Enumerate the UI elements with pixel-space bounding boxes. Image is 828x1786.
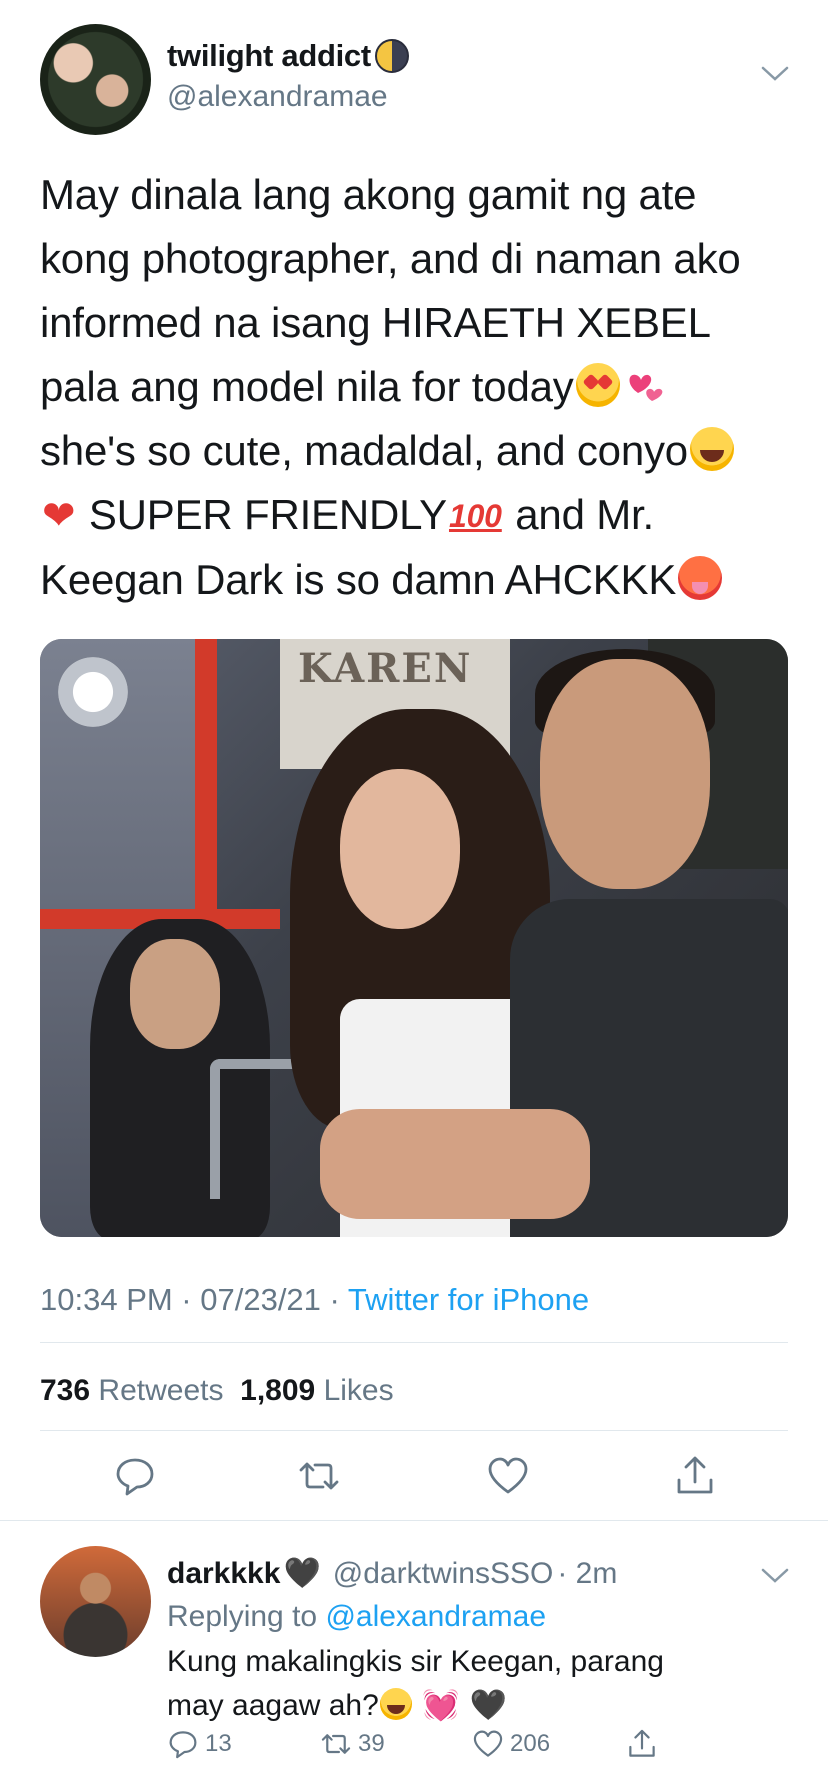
- replying-to-mention[interactable]: @alexandramae: [325, 1600, 546, 1633]
- reply-icon: [116, 1458, 154, 1496]
- chevron-down-icon[interactable]: [760, 1566, 790, 1586]
- two-hearts-emoji-icon: [624, 361, 668, 405]
- heart-eyes-emoji-icon: [575, 363, 620, 407]
- like-button[interactable]: [486, 1454, 530, 1498]
- likes-label[interactable]: Likes: [324, 1374, 394, 1407]
- reply-tweet[interactable]: darkkkk 🖤 @darktwinsSSO · 2m Replying to…: [0, 1522, 828, 1786]
- reply-share-button[interactable]: [626, 1728, 664, 1760]
- retweet-icon: [299, 1462, 339, 1490]
- hot-face-emoji-icon: [678, 556, 723, 600]
- tweet-line: Keegan Dark is so damn AHCKKK: [40, 548, 800, 612]
- avatar[interactable]: [40, 1546, 151, 1657]
- tweet-stats: 736 Retweets 1,809 Likes: [40, 1374, 394, 1408]
- replying-to: Replying to @alexandramae: [167, 1600, 547, 1633]
- heart-icon: [488, 1457, 528, 1494]
- share-icon: [629, 1729, 655, 1757]
- tweet-line: ❤ SUPER FRIENDLY100 and Mr.: [40, 483, 800, 548]
- tweet-text: May dinala lang akong gamit ng ate kong …: [40, 163, 800, 612]
- reply-reply-button[interactable]: 13: [167, 1728, 232, 1760]
- black-heart-emoji-icon: 🖤: [469, 1689, 508, 1722]
- source-link[interactable]: Twitter for iPhone: [348, 1282, 589, 1317]
- reply-icon: [169, 1731, 197, 1759]
- lamp-shape: [58, 657, 128, 727]
- chevron-down-icon[interactable]: [760, 64, 790, 84]
- hundred-points-emoji-icon: 100: [448, 498, 502, 534]
- retweets-count[interactable]: 736: [40, 1374, 90, 1407]
- tweet-actions: [0, 1454, 828, 1504]
- author-name-row[interactable]: twilight addict: [167, 38, 409, 74]
- divider: [40, 1430, 788, 1431]
- tweet-line: May dinala lang akong gamit ng ate: [40, 171, 697, 218]
- grinning-squint-emoji-icon: [689, 427, 734, 471]
- reply-actions: 13 39 206: [0, 1728, 828, 1768]
- retweet-button[interactable]: [297, 1454, 341, 1498]
- reply-handle[interactable]: @darktwinsSSO: [333, 1557, 554, 1591]
- reply-author-row: darkkkk 🖤 @darktwinsSSO · 2m: [167, 1556, 617, 1591]
- timestamp: 10:34 PM · 07/23/21 ·: [40, 1282, 348, 1317]
- black-heart-emoji-icon: 🖤: [283, 1557, 321, 1590]
- reply-display-name[interactable]: darkkkk: [167, 1557, 280, 1591]
- tweet-line: kong photographer, and di naman ako: [40, 235, 741, 282]
- retweet-count: 39: [358, 1730, 385, 1757]
- reply-text: Kung makalingkis sir Keegan, parang may …: [167, 1640, 787, 1728]
- tweet-line: pala ang model nila for today: [40, 355, 800, 419]
- moon-emoji-icon: [374, 39, 409, 73]
- retweets-label[interactable]: Retweets: [98, 1374, 223, 1407]
- reply-count: 13: [205, 1730, 232, 1757]
- tweet-meta: 10:34 PM · 07/23/21 · Twitter for iPhone: [40, 1282, 589, 1318]
- retweet-icon: [321, 1734, 351, 1754]
- reply-like-button[interactable]: 206: [472, 1728, 550, 1760]
- share-button[interactable]: [673, 1454, 717, 1498]
- photo-sign-text: KAREN: [298, 645, 473, 692]
- pink-heart-emoji-icon: 💓: [422, 1689, 460, 1722]
- tweet-photo[interactable]: KAREN: [40, 639, 788, 1237]
- avatar[interactable]: [40, 24, 151, 135]
- reply-retweet-button[interactable]: 39: [320, 1728, 385, 1760]
- display-name[interactable]: twilight addict: [167, 38, 371, 74]
- share-icon: [677, 1456, 713, 1494]
- divider: [40, 1342, 788, 1343]
- reply-time: · 2m: [557, 1556, 618, 1590]
- divider: [0, 1520, 828, 1521]
- user-handle[interactable]: @alexandramae: [167, 80, 388, 114]
- red-heart-emoji-icon: ❤: [42, 494, 76, 538]
- likes-count[interactable]: 1,809: [240, 1374, 315, 1407]
- heart-icon: [473, 1730, 503, 1757]
- tweet-line: informed na isang HIRAETH XEBEL: [40, 299, 711, 346]
- grinning-squint-emoji-icon: [379, 1688, 412, 1720]
- reply-button[interactable]: [113, 1454, 157, 1498]
- tweet-line: she's so cute, madaldal, and conyo: [40, 419, 800, 483]
- like-count: 206: [510, 1730, 551, 1757]
